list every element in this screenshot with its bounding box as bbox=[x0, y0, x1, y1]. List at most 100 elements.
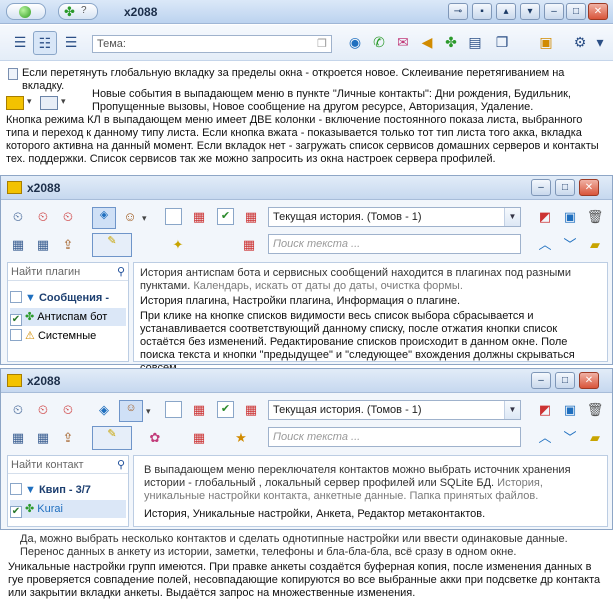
trash-icon[interactable]: 🗑 bbox=[586, 208, 604, 226]
calendar-icon[interactable]: ▦ bbox=[240, 236, 258, 254]
close-button[interactable]: ✕ bbox=[579, 372, 599, 389]
close-icon: ✕ bbox=[593, 6, 603, 17]
grid-small-icon[interactable]: ▦ bbox=[34, 429, 52, 447]
eraser-icon[interactable]: ◩ bbox=[536, 208, 554, 226]
collapse-button[interactable]: ▴ bbox=[496, 3, 516, 20]
grid-icon[interactable]: ▦ bbox=[9, 236, 27, 254]
history-window-contacts: x2088 – □ ✕ ⏲ ⏲ ⏲ ◈ ☺ ▾ ▦ ✔ ▦ Текущая ис… bbox=[0, 368, 613, 530]
edit-list-button[interactable]: ✎ bbox=[92, 233, 132, 257]
history-window-plugins: x2088 – □ ✕ ⏲ ⏲ ⏲ ◈ ☺ ▾ ▦ ✔ ▦ Текущая ис… bbox=[0, 175, 613, 374]
checkbox-checked[interactable]: ✔ bbox=[10, 314, 22, 326]
export-icon[interactable]: ⇪ bbox=[59, 429, 77, 447]
checkbox-checked[interactable]: ✔ bbox=[10, 506, 22, 518]
plugins-toggle-button[interactable]: ◈ bbox=[92, 207, 116, 229]
theme-placeholder: Тема: bbox=[97, 38, 126, 50]
minimize-button[interactable]: – bbox=[544, 3, 564, 20]
calendar-icon[interactable]: ▦ bbox=[190, 208, 208, 226]
rollup-button[interactable]: ▾ bbox=[520, 3, 540, 20]
plugin-tool-icon[interactable]: ✦ bbox=[169, 236, 187, 254]
contact-star-icon[interactable]: ★ bbox=[232, 429, 250, 447]
personal-contacts-button[interactable]: ▣ bbox=[534, 31, 558, 55]
next-arrow-icon[interactable]: ﹀ bbox=[561, 429, 579, 447]
sms-button[interactable]: ✉ bbox=[391, 31, 415, 55]
call-button[interactable]: ✆ bbox=[367, 31, 391, 55]
trash-icon[interactable]: 🗑 bbox=[586, 401, 604, 419]
save-icon[interactable]: ▣ bbox=[561, 208, 579, 226]
contact-face-icon[interactable]: ☺ bbox=[121, 208, 139, 226]
folder-icon[interactable]: ▰ bbox=[586, 236, 604, 254]
maximize-button[interactable]: □ bbox=[555, 372, 575, 389]
clock-record-icon[interactable]: ⏲ bbox=[34, 208, 52, 226]
grid-small-icon[interactable]: ▦ bbox=[34, 236, 52, 254]
sound-button[interactable]: ◀ bbox=[415, 31, 439, 55]
contacts-toggle-button[interactable]: ☺ bbox=[119, 400, 143, 422]
edit-list-button[interactable]: ✎ bbox=[92, 426, 132, 450]
webcam-button[interactable]: ◉ bbox=[343, 31, 367, 55]
arrow-down-icon: ▾ bbox=[527, 6, 533, 17]
maximize-button[interactable]: □ bbox=[555, 179, 575, 196]
eraser-icon[interactable]: ◩ bbox=[536, 401, 554, 419]
history-select[interactable]: Текущая история. (Томов - 1) ▼ bbox=[268, 207, 521, 227]
note-group-settings: Уникальные настройки групп имеются. При … bbox=[8, 561, 601, 599]
cube-icon[interactable]: ◈ bbox=[95, 401, 113, 419]
clock-icon[interactable]: ⏲ bbox=[9, 401, 27, 419]
contacts-button[interactable]: ▤ bbox=[463, 31, 487, 55]
xstatus-button[interactable]: ✤ ? bbox=[58, 3, 98, 20]
details-view-button[interactable]: ☷ bbox=[33, 31, 57, 55]
personal-contacts-icon bbox=[6, 96, 24, 110]
tree-group-qip[interactable]: ▼ Квип - 3/7 bbox=[10, 481, 91, 499]
save-icon[interactable]: ▣ bbox=[561, 401, 579, 419]
minimize-button[interactable]: – bbox=[531, 179, 551, 196]
grid-icon[interactable]: ▦ bbox=[9, 429, 27, 447]
status-button[interactable] bbox=[6, 3, 46, 20]
contact-search-input[interactable]: Найти контакт ⚲ bbox=[8, 456, 128, 474]
settings-button[interactable]: ⚙ bbox=[568, 31, 592, 55]
tree-item-antispam[interactable]: ✔ ✤ Антиспам бот bbox=[10, 308, 126, 326]
status-menu-button[interactable]: ✤ bbox=[439, 31, 463, 55]
calendar-icon[interactable]: ▦ bbox=[190, 429, 208, 447]
checkbox-checked[interactable]: ✔ bbox=[217, 401, 234, 418]
note-multi-edit: Да, можно выбрать несколько контактов и … bbox=[20, 533, 568, 558]
calendar-icon[interactable]: ▦ bbox=[242, 208, 260, 226]
checkbox-empty[interactable] bbox=[10, 329, 22, 341]
checkbox-empty[interactable] bbox=[10, 483, 22, 495]
minimize-button[interactable]: – bbox=[531, 372, 551, 389]
folder-icon[interactable]: ▰ bbox=[586, 429, 604, 447]
next-arrow-icon[interactable]: ﹀ bbox=[561, 236, 579, 254]
export-icon[interactable]: ⇪ bbox=[59, 236, 77, 254]
close-button[interactable]: ✕ bbox=[579, 179, 599, 196]
tree-item-system[interactable]: ⚠ Системные bbox=[10, 327, 96, 345]
close-button[interactable]: ✕ bbox=[588, 3, 608, 20]
clock-delete-icon[interactable]: ⏲ bbox=[59, 401, 77, 419]
list-view-button[interactable]: ☰ bbox=[8, 31, 32, 55]
more-button[interactable]: ▾ bbox=[592, 31, 608, 55]
plugin-search-input[interactable]: Найти плагин ⚲ bbox=[8, 263, 128, 281]
clock-record-icon[interactable]: ⏲ bbox=[34, 401, 52, 419]
pin-button[interactable]: ⊸ bbox=[448, 3, 468, 20]
maximize-button[interactable]: □ bbox=[566, 3, 586, 20]
clock-icon[interactable]: ⏲ bbox=[9, 208, 27, 226]
windows-button[interactable]: ❐ bbox=[490, 31, 514, 55]
checkbox-checked[interactable]: ✔ bbox=[217, 208, 234, 225]
theme-input[interactable]: Тема: ❐ bbox=[92, 35, 332, 53]
checkbox-empty[interactable] bbox=[165, 208, 182, 225]
checkbox-empty[interactable] bbox=[165, 401, 182, 418]
compact-view-button[interactable]: ☰ bbox=[59, 31, 83, 55]
lock-button[interactable]: ▪ bbox=[472, 3, 492, 20]
tree-item-contact[interactable]: ✔ ✤ Kurai bbox=[10, 500, 126, 518]
windows-icon: ❐ bbox=[495, 34, 509, 50]
clock-delete-icon[interactable]: ⏲ bbox=[59, 208, 77, 226]
calendar-icon[interactable]: ▦ bbox=[242, 401, 260, 419]
search-text-input[interactable]: Поиск текста ... bbox=[268, 427, 521, 447]
chevron-down-icon[interactable]: ▾ bbox=[142, 213, 147, 224]
calendar-icon[interactable]: ▦ bbox=[190, 401, 208, 419]
tree-group-messages[interactable]: ▼ Сообщения - bbox=[10, 289, 109, 307]
chevron-down-icon[interactable]: ▾ bbox=[146, 406, 151, 417]
previous-arrow-icon[interactable]: ︿ bbox=[536, 429, 554, 447]
history-source-desc: В выпадающем меню переключателя контакто… bbox=[144, 464, 599, 503]
palette-icon[interactable]: ✿ bbox=[146, 429, 164, 447]
history-select[interactable]: Текущая история. (Томов - 1) ▼ bbox=[268, 400, 521, 420]
previous-arrow-icon[interactable]: ︿ bbox=[536, 236, 554, 254]
checkbox-empty[interactable] bbox=[10, 291, 22, 303]
search-text-input[interactable]: Поиск текста ... bbox=[268, 234, 521, 254]
